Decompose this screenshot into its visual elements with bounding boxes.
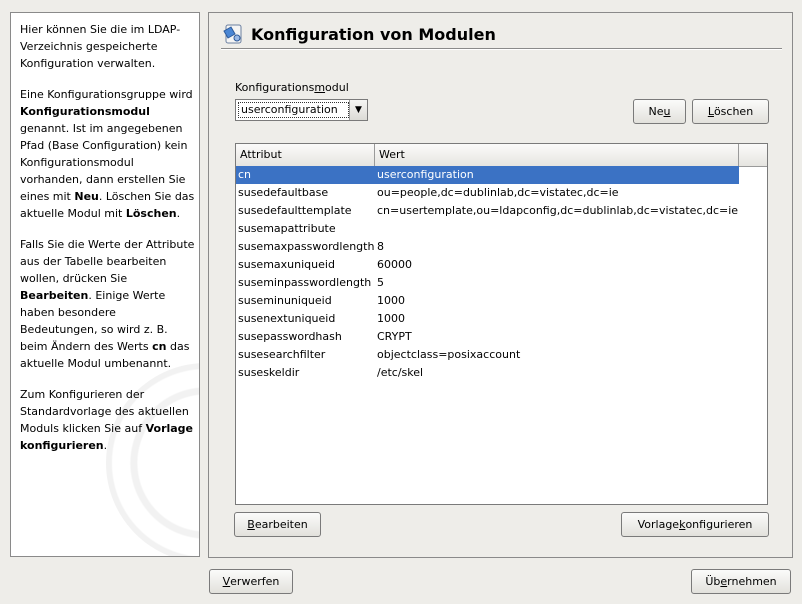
title-separator <box>221 48 782 50</box>
cell-wert: 1000 <box>377 294 405 307</box>
table-row[interactable]: susepasswordhash CRYPT <box>236 328 767 346</box>
module-label: Konfigurationsmodul <box>235 81 349 94</box>
table-row[interactable]: susedefaulttemplate cn=usertemplate,ou=ld… <box>236 202 767 220</box>
cell-attribut: susemaxpasswordlength <box>238 240 375 253</box>
accept-button[interactable]: Üb e rnehmen <box>691 569 791 594</box>
table-row[interactable]: susemaxuniqueid 60000 <box>236 256 767 274</box>
cell-wert: 60000 <box>377 258 412 271</box>
table-row[interactable]: suseminpasswordlength 5 <box>236 274 767 292</box>
table-body[interactable]: cn userconfiguration susedefaultbase ou=peo… <box>236 166 767 382</box>
chevron-down-icon[interactable]: ▼ <box>349 100 367 120</box>
help-paragraph: Hier können Sie die im LDAP-Verzeichnis … <box>20 23 181 70</box>
cell-attribut: susedefaultbase <box>238 186 329 199</box>
help-text: Hier können Sie die im LDAP-Verzeichnis … <box>20 21 196 468</box>
page-title: Konfiguration von Modulen <box>251 24 496 44</box>
column-header-attribut[interactable]: Attribut <box>236 144 375 166</box>
cell-attribut: cn <box>238 168 252 181</box>
delete-button[interactable]: Löschen <box>692 99 769 124</box>
table-row[interactable]: cn userconfiguration <box>236 166 739 184</box>
new-button[interactable]: Ne u <box>633 99 686 124</box>
cell-attribut: suseminuniqueid <box>238 294 332 307</box>
cell-attribut: susesearchfilter <box>238 348 326 361</box>
cell-attribut: susemapattribute <box>238 222 336 235</box>
cell-wert: ou=people,dc=dublinlab,dc=vistatec,dc=ie <box>377 186 619 199</box>
table-row[interactable]: suseskeldir/etc/skel <box>236 364 767 382</box>
table-row[interactable]: susemaxpasswordlength 8 <box>236 238 767 256</box>
cell-attribut: susemaxuniqueid <box>238 258 335 271</box>
column-header-wert[interactable]: Wert <box>375 144 739 166</box>
cell-wert: 1000 <box>377 312 405 325</box>
discard-button[interactable]: Verwerfen <box>209 569 293 594</box>
cell-wert: 8 <box>377 240 384 253</box>
help-paragraph: Eine Konfigurationsgruppe wird Konfigura… <box>20 88 195 220</box>
cell-attribut: susepasswordhash <box>238 330 342 343</box>
table-row[interactable]: susenextuniqueid 1000 <box>236 310 767 328</box>
cell-wert: userconfiguration <box>377 168 474 181</box>
table-header: Attribut Wert <box>236 144 767 167</box>
help-panel: Hier können Sie die im LDAP-Verzeichnis … <box>10 12 200 557</box>
cell-attribut: susenextuniqueid <box>238 312 336 325</box>
cell-wert: objectclass=posixaccount <box>377 348 521 361</box>
cell-attribut: suseminpasswordlength <box>238 276 372 289</box>
configure-template-button[interactable]: Vorlage k onfigurieren <box>621 512 769 537</box>
attribute-table[interactable]: Attribut Wert cn userconfiguration susedef… <box>235 143 768 505</box>
cell-wert: CRYPT <box>377 330 412 343</box>
title-row: Konfiguration von Modulen <box>221 19 496 49</box>
help-paragraph: Falls Sie die Werte der Attribute aus de… <box>20 238 195 370</box>
edit-button[interactable]: Bearbeiten <box>234 512 321 537</box>
help-paragraph: Zum Konfigurieren der Standardvorlage de… <box>20 388 194 452</box>
table-row[interactable]: susesearchfilter objectclass=posixaccount <box>236 346 767 364</box>
table-row[interactable]: susemapattribute <box>236 220 767 238</box>
cell-wert: cn=usertemplate,ou=ldapconfig,dc=dublinl… <box>377 204 739 217</box>
column-header-filler <box>739 144 767 166</box>
main-panel: Konfiguration von Modulen Konfigurations… <box>208 12 793 558</box>
table-row[interactable]: susedefaultbase ou=people,dc=dublinlab,dc… <box>236 184 767 202</box>
cell-wert: /etc/skel <box>377 366 424 379</box>
cell-wert: 5 <box>377 276 384 289</box>
cell-attribut: suseskeldir <box>238 366 300 379</box>
table-row[interactable]: suseminuniqueid 1000 <box>236 292 767 310</box>
cell-attribut: susedefaulttemplate <box>238 204 352 217</box>
module-combobox[interactable]: userconfiguration ▼ <box>235 99 368 121</box>
ldap-config-icon <box>223 24 242 44</box>
module-combobox-value[interactable]: userconfiguration <box>238 102 349 118</box>
